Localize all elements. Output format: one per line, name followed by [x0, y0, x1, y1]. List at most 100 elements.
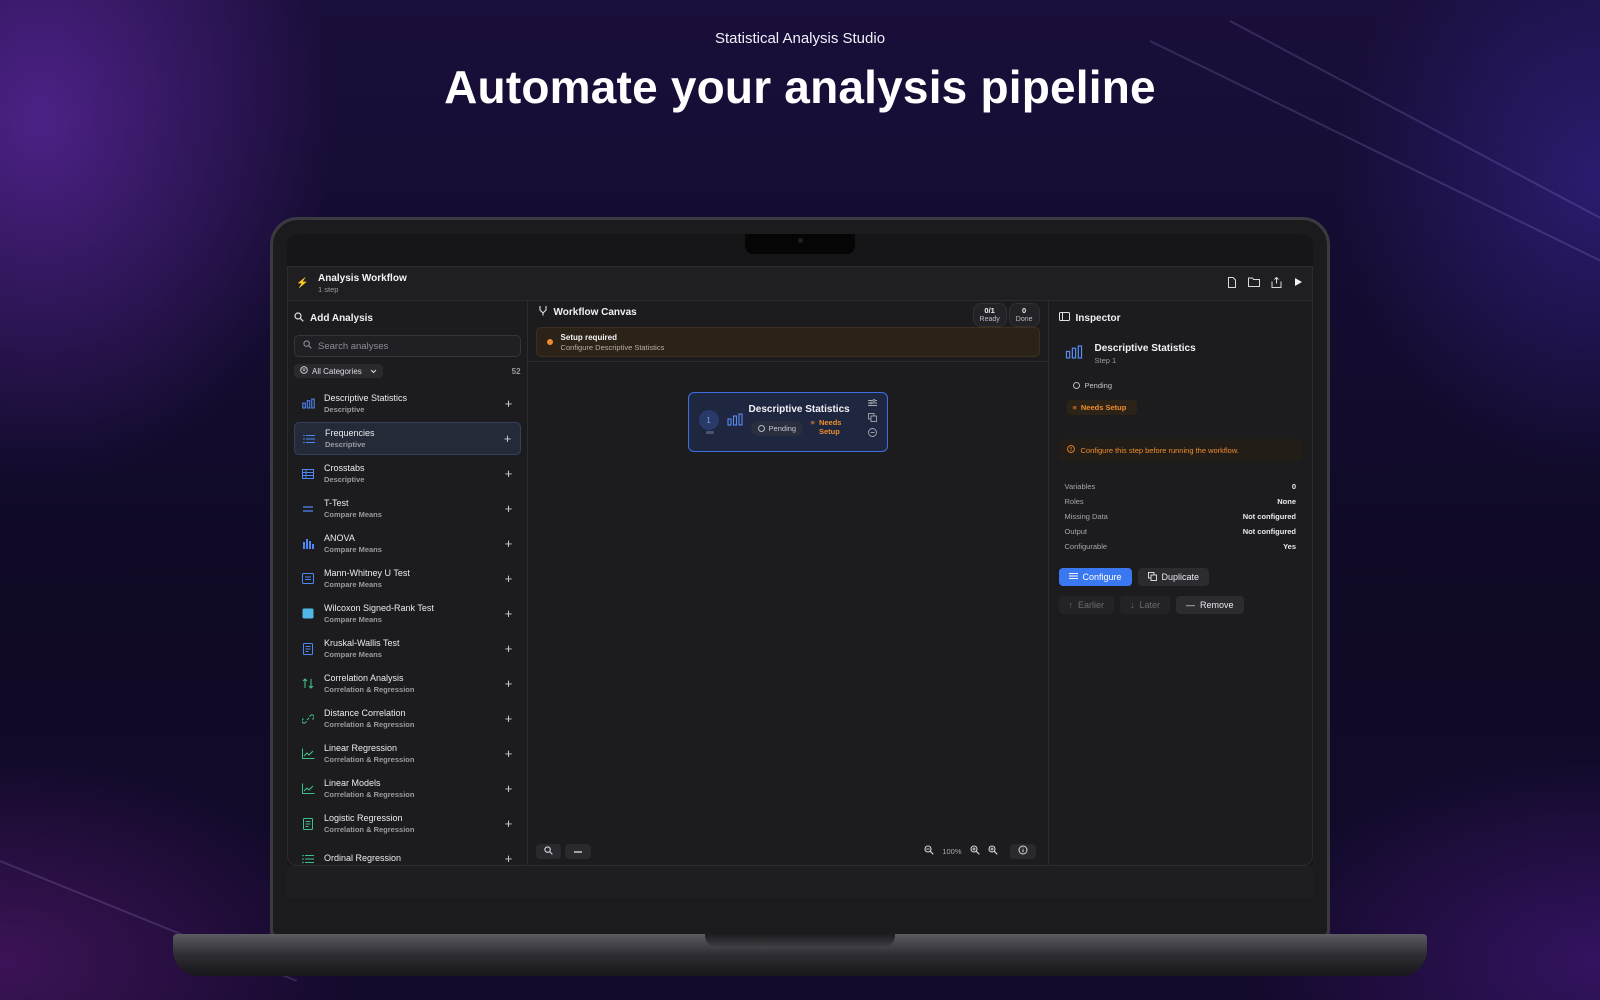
analysis-item[interactable]: Wilcoxon Signed-Rank Test Compare Means …: [294, 597, 521, 630]
move-later-button[interactable]: ↓ Later: [1120, 596, 1171, 614]
zoom-fit-icon[interactable]: [987, 845, 998, 857]
add-icon[interactable]: +: [503, 676, 515, 691]
analysis-count: 52: [511, 366, 521, 376]
analysis-item[interactable]: Descriptive Statistics Descriptive +: [294, 387, 521, 420]
progress-stats: 0/1 Ready 0 Done: [972, 303, 1040, 327]
workflow-node[interactable]: 1 Descriptive Statistics Pending ≡ Needs…: [687, 392, 888, 452]
zoom-in-icon[interactable]: [969, 845, 980, 857]
property-list: Variables 0 Roles None Missing Data Not confi…: [1059, 479, 1303, 554]
drag-handle[interactable]: [705, 431, 714, 434]
node-needs-setup: ≡ Needs Setup: [811, 418, 842, 436]
export-icon[interactable]: [1270, 276, 1282, 291]
magic-wand-icon: ⚡: [296, 278, 309, 289]
toolbar-actions: [1226, 276, 1304, 291]
analysis-category: Compare Means: [324, 615, 382, 624]
analysis-name: Correlation Analysis: [324, 673, 404, 683]
analysis-item[interactable]: Crosstabs Descriptive +: [294, 457, 521, 490]
add-icon[interactable]: +: [503, 466, 515, 481]
analysis-item[interactable]: ANOVA Compare Means +: [294, 527, 521, 560]
document-icon: [300, 817, 316, 831]
analysis-item[interactable]: Distance Correlation Correlation & Regre…: [294, 702, 521, 735]
add-icon[interactable]: +: [503, 711, 515, 726]
analysis-category: Compare Means: [324, 580, 382, 589]
category-filter-dropdown[interactable]: All Categories: [294, 364, 383, 378]
laptop-base-notch: [705, 934, 895, 946]
app-window: ⚡ Analysis Workflow 1 step Add Analysis …: [287, 266, 1313, 866]
duplicate-icon[interactable]: [867, 413, 877, 424]
canvas-divider: [527, 361, 1048, 362]
add-analysis-panel: Add Analysis All Categories: [288, 301, 528, 865]
property-row: Variables 0: [1065, 479, 1297, 494]
search-input[interactable]: [318, 340, 498, 352]
search-icon: [294, 311, 304, 325]
analysis-name: T-Test: [324, 498, 349, 508]
filter-icon: [300, 366, 308, 376]
configure-button[interactable]: Configure: [1058, 568, 1132, 586]
analysis-item[interactable]: Linear Regression Correlation & Regressi…: [294, 737, 521, 770]
configure-warning: Configure this step before running the w…: [1058, 439, 1303, 461]
remove-circle-icon[interactable]: [867, 428, 877, 439]
analysis-item[interactable]: Kruskal-Wallis Test Compare Means +: [294, 632, 521, 665]
analysis-category: Descriptive: [324, 405, 365, 414]
inspector-status: Pending: [1072, 381, 1303, 390]
analysis-name: Descriptive Statistics: [324, 393, 408, 403]
histogram-icon: [300, 537, 316, 551]
search-icon: [303, 340, 312, 352]
inspector-title: Inspector: [1075, 312, 1121, 324]
search-box[interactable]: [294, 335, 521, 357]
setup-required-banner[interactable]: Setup required Configure Descriptive Sta…: [535, 327, 1040, 357]
analysis-item[interactable]: Frequencies Descriptive +: [294, 422, 521, 455]
list-icon: [301, 432, 317, 446]
sidebar-panel-icon: [1058, 312, 1070, 324]
box-icon: [300, 572, 316, 586]
add-icon[interactable]: +: [503, 396, 515, 411]
duplicate-button[interactable]: Duplicate: [1137, 568, 1210, 586]
add-icon[interactable]: +: [503, 501, 515, 516]
analysis-item[interactable]: Logistic Regression Correlation & Regres…: [294, 807, 521, 840]
category-filter-label: All Categories: [312, 366, 362, 376]
zoom-level: 100%: [942, 846, 962, 856]
analysis-name: Distance Correlation: [324, 708, 406, 718]
add-icon[interactable]: +: [503, 641, 515, 656]
analysis-item[interactable]: T-Test Compare Means +: [294, 492, 521, 525]
analysis-name: Kruskal-Wallis Test: [324, 638, 400, 648]
add-icon[interactable]: +: [503, 851, 515, 865]
add-icon[interactable]: +: [503, 606, 515, 621]
open-folder-icon[interactable]: [1248, 277, 1260, 291]
remove-button[interactable]: — Remove: [1176, 596, 1244, 614]
add-icon[interactable]: +: [502, 431, 514, 446]
ready-stat: 0/1 Ready: [972, 303, 1007, 327]
search-icon: [543, 845, 553, 857]
earlier-label: Earlier: [1078, 600, 1105, 610]
analysis-item[interactable]: Ordinal Regression +: [294, 842, 521, 865]
add-icon[interactable]: +: [503, 816, 515, 831]
move-earlier-button[interactable]: ↑ Earlier: [1058, 596, 1115, 614]
ready-count: 0/1: [984, 306, 995, 315]
arrows-icon: [300, 677, 316, 691]
inspector-needs-setup-badge: ≡ Needs Setup: [1066, 400, 1137, 415]
canvas-search-button[interactable]: [535, 843, 561, 859]
property-key: Variables: [1064, 482, 1096, 491]
add-icon[interactable]: +: [503, 781, 515, 796]
collapse-button[interactable]: [564, 843, 591, 859]
inspector-status-label: Pending: [1084, 381, 1113, 390]
analysis-name: Linear Regression: [324, 743, 398, 753]
node-title: Descriptive Statistics: [748, 404, 850, 415]
trend-icon: [300, 782, 316, 796]
sliders-icon[interactable]: [867, 399, 877, 409]
duplicate-icon: [1147, 571, 1157, 583]
zoom-out-icon[interactable]: [924, 845, 935, 857]
info-button[interactable]: [1009, 843, 1036, 859]
analysis-item[interactable]: Linear Models Correlation & Regression +: [294, 772, 521, 805]
run-icon[interactable]: [1292, 277, 1304, 291]
property-row: Output Not configured: [1065, 524, 1297, 539]
new-file-icon[interactable]: [1226, 276, 1238, 291]
add-icon[interactable]: +: [503, 746, 515, 761]
add-icon[interactable]: +: [503, 536, 515, 551]
minus-icon: —: [1186, 600, 1196, 610]
add-icon[interactable]: +: [503, 571, 515, 586]
secondary-actions: ↑ Earlier ↓ Later — Remove: [1058, 596, 1303, 614]
analysis-name: Wilcoxon Signed-Rank Test: [324, 603, 434, 613]
analysis-item[interactable]: Correlation Analysis Correlation & Regre…: [294, 667, 521, 700]
analysis-item[interactable]: Mann-Whitney U Test Compare Means +: [294, 562, 521, 595]
